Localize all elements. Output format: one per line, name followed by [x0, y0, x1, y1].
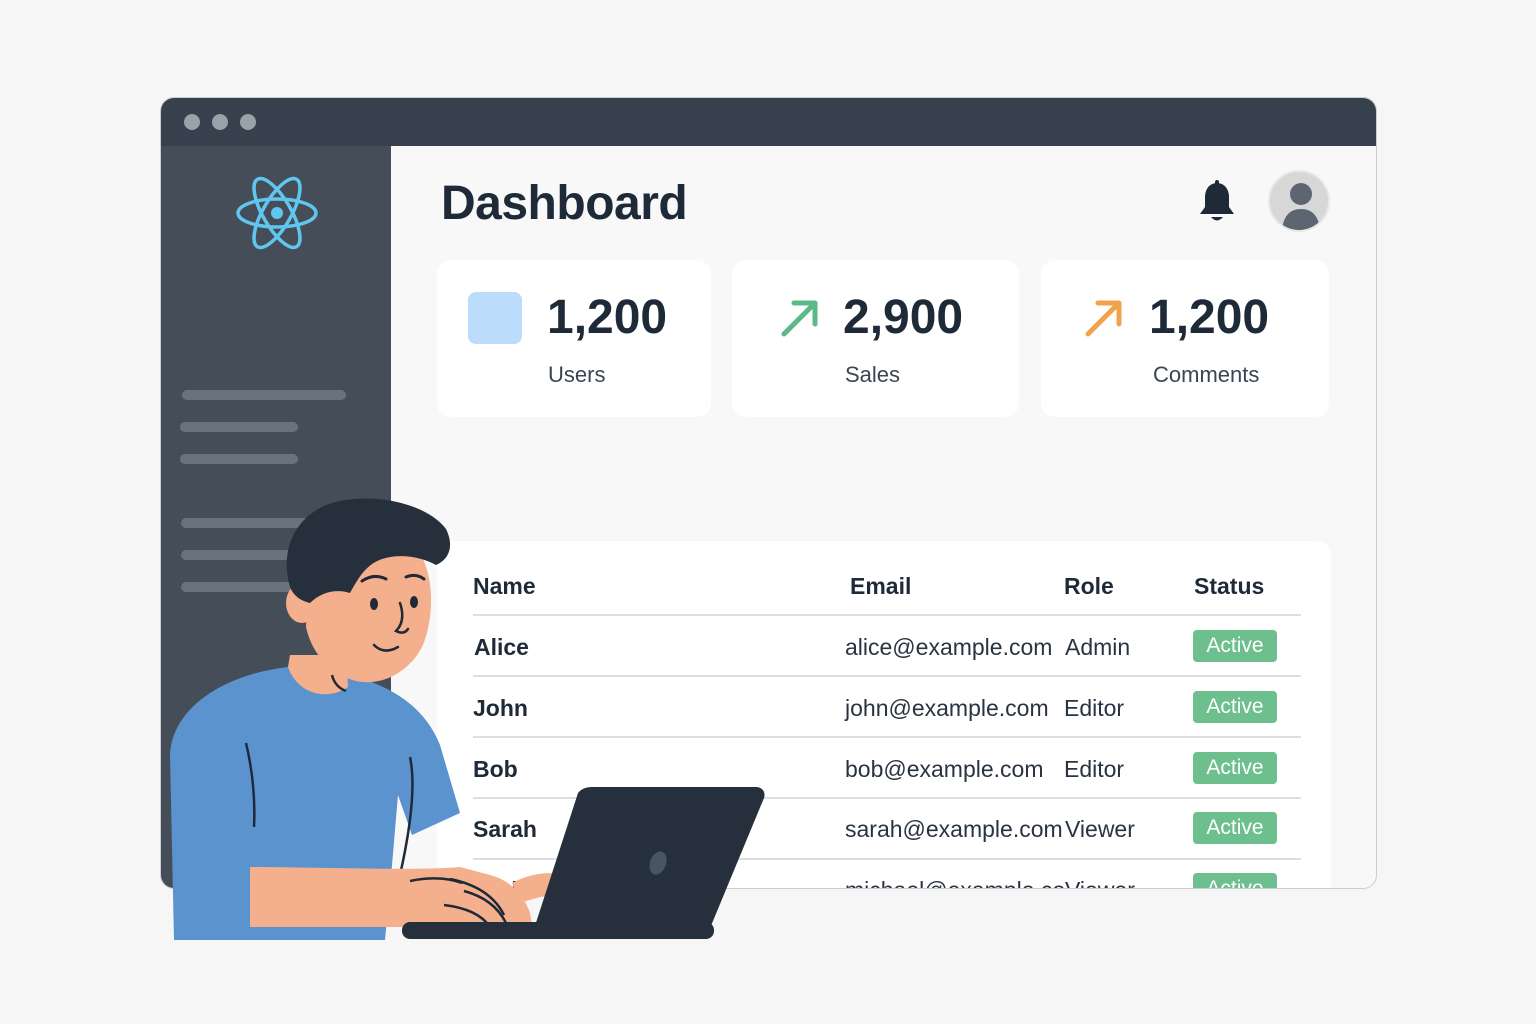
column-header-status[interactable]: Status: [1194, 573, 1264, 600]
user-avatar-icon[interactable]: [1268, 170, 1330, 232]
cell-email: michael@example.co: [845, 877, 1065, 888]
stat-label: Users: [548, 362, 606, 387]
page-title: Dashboard: [441, 177, 688, 230]
minimize-dot[interactable]: [212, 114, 228, 130]
sidebar-item-3[interactable]: [180, 454, 298, 464]
cell-email: sarah@example.com: [845, 816, 1063, 842]
title-bar: [161, 98, 1376, 146]
person-with-laptop-illustration: [170, 498, 765, 940]
stat-label: Sales: [845, 362, 901, 387]
status-badge: Active: [1193, 691, 1277, 723]
square-icon: [468, 292, 522, 344]
column-header-email[interactable]: Email: [850, 573, 911, 600]
sidebar-item-1[interactable]: [182, 390, 346, 400]
cell-role: Viewer: [1065, 816, 1135, 842]
stat-value: 2,900: [843, 291, 964, 344]
stat-card-sales[interactable]: 2,900 Sales: [732, 260, 1019, 417]
column-header-role[interactable]: Role: [1064, 573, 1114, 600]
close-dot[interactable]: [184, 114, 200, 130]
cell-email: alice@example.com: [845, 634, 1053, 660]
stat-value: 1,200: [547, 291, 668, 344]
cell-email: bob@example.com: [845, 756, 1044, 782]
stat-card-users[interactable]: 1,200 Users: [437, 260, 711, 417]
stat-value: 1,200: [1149, 291, 1270, 344]
maximize-dot[interactable]: [240, 114, 256, 130]
status-badge: Active: [1193, 752, 1277, 784]
cell-role: Viewer: [1065, 877, 1135, 888]
status-badge: Active: [1193, 873, 1277, 888]
bell-icon[interactable]: [1198, 180, 1236, 224]
cell-email: john@example.com: [845, 695, 1049, 721]
status-badge: Active: [1193, 812, 1277, 844]
stat-label: Comments: [1153, 362, 1260, 387]
cell-role: Editor: [1064, 695, 1125, 721]
arrow-up-right-icon: [1085, 300, 1122, 337]
status-badge: Active: [1193, 630, 1277, 662]
sidebar-item-2[interactable]: [180, 422, 298, 432]
cell-role: Editor: [1064, 756, 1125, 782]
stat-card-comments[interactable]: 1,200 Comments: [1041, 260, 1329, 417]
cell-role: Admin: [1065, 634, 1131, 660]
arrow-up-right-icon: [781, 300, 818, 337]
react-atom-icon[interactable]: [235, 174, 319, 252]
